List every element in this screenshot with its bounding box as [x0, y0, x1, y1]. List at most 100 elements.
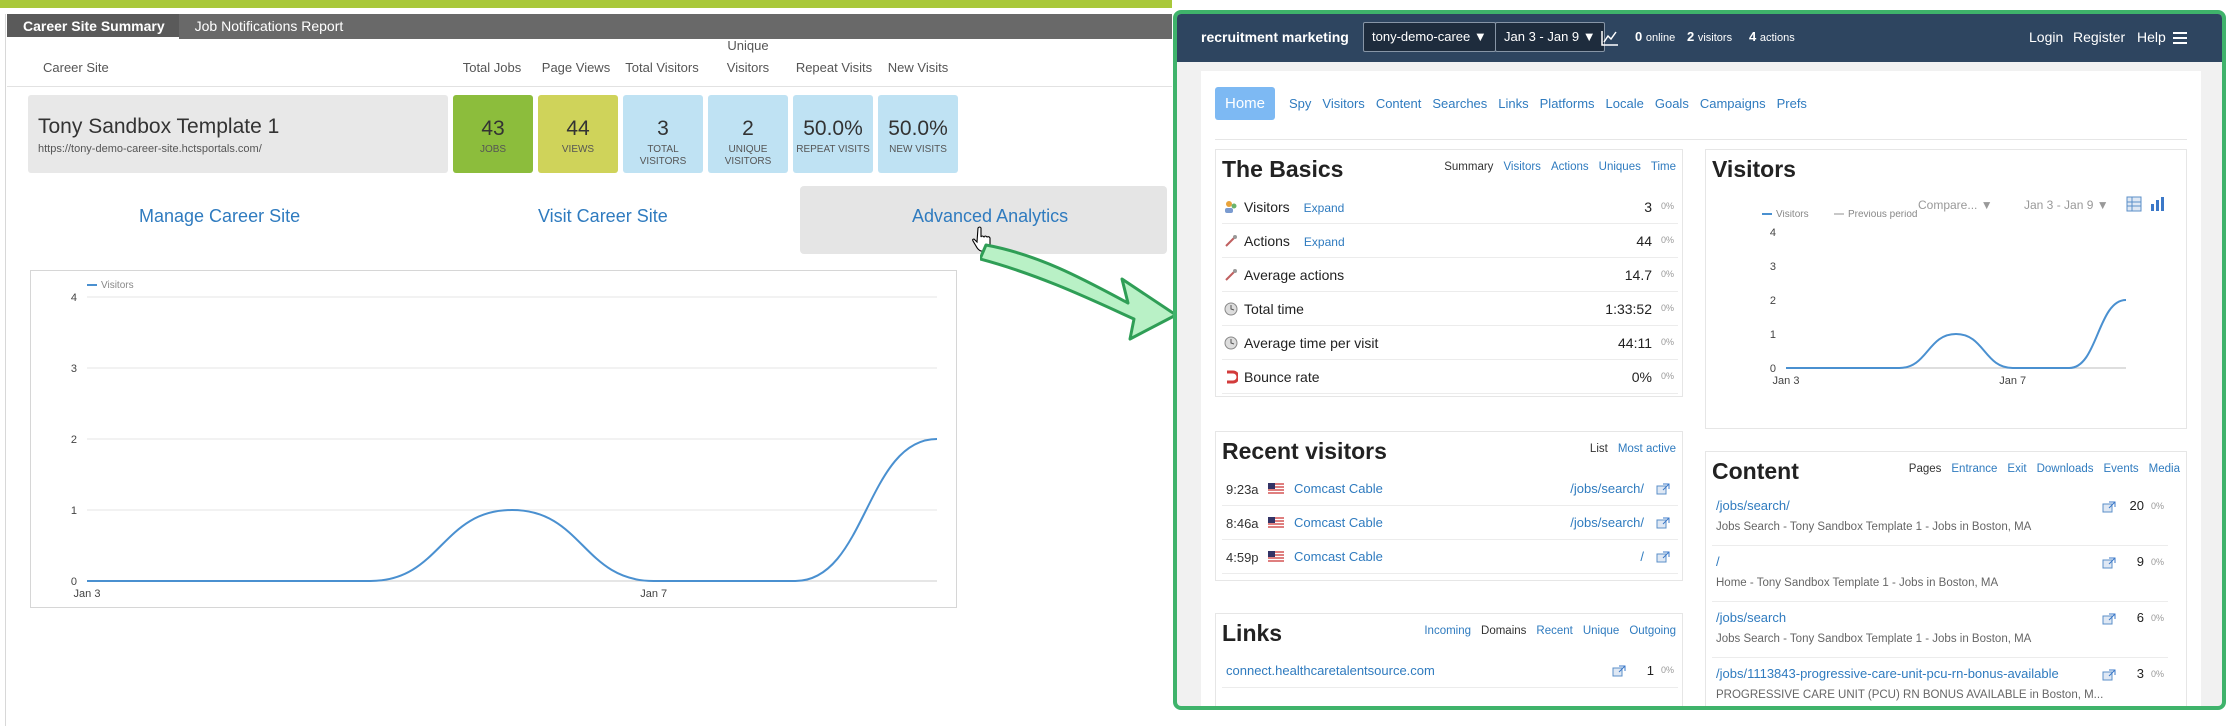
- tab-incoming[interactable]: Incoming: [1424, 625, 1471, 637]
- report-tab-bar: Career Site Summary Job Notifications Re…: [7, 14, 1172, 39]
- visitor-isp-link[interactable]: Comcast Cable: [1294, 515, 1383, 530]
- tab-actions[interactable]: Actions: [1551, 161, 1589, 173]
- help-link[interactable]: Help: [2137, 29, 2166, 45]
- tab-summary[interactable]: Summary: [1444, 161, 1493, 173]
- external-link-icon[interactable]: [1656, 483, 1670, 495]
- content-page-link[interactable]: /jobs/search: [1716, 610, 1786, 625]
- tab-most-active[interactable]: Most active: [1618, 443, 1676, 455]
- site-select[interactable]: tony-demo-caree ▼: [1363, 22, 1496, 52]
- visitors-graph-svg: 0 1 2 3 4 Jan 3 Jan 7 Visitors Previous period: [1762, 210, 2127, 387]
- content-page-title: Jobs Search - Tony Sandbox Template 1 - …: [1716, 521, 2032, 533]
- nav-campaigns[interactable]: Campaigns: [1700, 96, 1766, 111]
- nav-home[interactable]: Home: [1215, 87, 1276, 120]
- domain-count: 1: [1646, 663, 1654, 678]
- external-link-icon[interactable]: [1612, 665, 1626, 677]
- visit-career-site-link[interactable]: Visit Career Site: [538, 206, 668, 227]
- stat-label: VIEWS: [561, 144, 595, 155]
- menu-icon[interactable]: [2173, 32, 2187, 44]
- clock-icon: [1224, 336, 1238, 350]
- visit-time: 4:59p: [1226, 550, 1259, 565]
- date-range-select[interactable]: Jan 3 - Jan 9 ▼: [1495, 22, 1605, 52]
- nav-prefs[interactable]: Prefs: [1777, 96, 1807, 111]
- stat-repeat-visits: 50.0% REPEAT VISITS: [793, 95, 873, 173]
- tab-visitors[interactable]: Visitors: [1503, 161, 1541, 173]
- visitor-isp-link[interactable]: Comcast Cable: [1294, 481, 1383, 496]
- nav-goals[interactable]: Goals: [1655, 96, 1689, 111]
- nav-platforms[interactable]: Platforms: [1540, 96, 1595, 111]
- external-link-icon[interactable]: [2102, 501, 2116, 513]
- nav-searches[interactable]: Searches: [1432, 96, 1487, 111]
- manage-career-site-link[interactable]: Manage Career Site: [139, 206, 300, 227]
- domain-link[interactable]: connect.healthcaretalentsource.com: [1226, 663, 1435, 678]
- career-site-card[interactable]: Tony Sandbox Template 1 https://tony-dem…: [28, 95, 448, 173]
- tab-exit[interactable]: Exit: [2007, 463, 2026, 475]
- content-page-row[interactable]: /jobs/1113843-progressive-care-unit-pcu-…: [1712, 660, 2168, 706]
- visitor-isp-link[interactable]: Comcast Cable: [1294, 549, 1383, 564]
- tab-domains[interactable]: Domains: [1481, 625, 1526, 637]
- nav-locale[interactable]: Locale: [1606, 96, 1644, 111]
- chart-icon[interactable]: [1601, 30, 1619, 46]
- expand-actions-link[interactable]: Expand: [1304, 235, 1345, 249]
- external-link-icon[interactable]: [2102, 557, 2116, 569]
- stat-value: 43: [481, 117, 505, 140]
- nav-spy[interactable]: Spy: [1289, 96, 1311, 111]
- recent-visitors-tabs: List Most active: [1580, 443, 1676, 455]
- expand-visitors-link[interactable]: Expand: [1304, 201, 1345, 215]
- header-unique-visitors-line1: Unique: [727, 38, 769, 53]
- tab-unique[interactable]: Unique: [1583, 625, 1619, 637]
- brand-title: recruitment marketing: [1201, 29, 1349, 45]
- visitor-path-link[interactable]: /jobs/search/: [1570, 481, 1644, 496]
- tab-media[interactable]: Media: [2149, 463, 2180, 475]
- y-tick-label: 4: [1770, 227, 1776, 239]
- recent-visitor-row[interactable]: 4:59p Comcast Cable /: [1222, 540, 1678, 574]
- content-page-percent: 0%: [2150, 557, 2164, 567]
- content-page-link[interactable]: /jobs/search/: [1716, 498, 1790, 513]
- recent-visitor-row[interactable]: 8:46a Comcast Cable /jobs/search/: [1222, 506, 1678, 540]
- tab-outgoing[interactable]: Outgoing: [1629, 625, 1676, 637]
- nav-links[interactable]: Links: [1498, 96, 1528, 111]
- tab-events[interactable]: Events: [2104, 463, 2139, 475]
- us-flag-icon: [1268, 483, 1284, 494]
- content-page-percent: 0%: [2150, 501, 2164, 511]
- stat-value: 44: [566, 117, 590, 140]
- visitor-path-link[interactable]: /: [1640, 549, 1644, 564]
- tab-career-site-summary[interactable]: Career Site Summary: [7, 14, 179, 39]
- tab-list[interactable]: List: [1590, 443, 1608, 455]
- content-page-link[interactable]: /: [1716, 554, 1720, 569]
- content-page-percent: 0%: [2150, 669, 2164, 679]
- tab-pages[interactable]: Pages: [1909, 463, 1942, 475]
- basics-label: Actions Expand: [1244, 233, 1345, 249]
- external-link-icon[interactable]: [1656, 551, 1670, 563]
- stat-label: VISITORS: [639, 156, 687, 167]
- visitor-path-link[interactable]: /jobs/search/: [1570, 515, 1644, 530]
- external-link-icon[interactable]: [1656, 517, 1670, 529]
- content-page-row[interactable]: / Home - Tony Sandbox Template 1 - Jobs …: [1712, 548, 2168, 602]
- external-link-icon[interactable]: [2102, 613, 2116, 625]
- link-domain-row[interactable]: connect.healthcaretalentsource.com 1 0%: [1222, 654, 1678, 688]
- visitors-number: 2: [1687, 29, 1695, 44]
- login-link[interactable]: Login: [2029, 29, 2063, 45]
- content-page-link[interactable]: /jobs/1113843-progressive-care-unit-pcu-…: [1716, 666, 2059, 681]
- content-page-row[interactable]: /jobs/search Jobs Search - Tony Sandbox …: [1712, 604, 2168, 658]
- career-site-panel: Career Site Summary Job Notifications Re…: [0, 0, 1172, 726]
- y-tick-label: 1: [1770, 329, 1776, 341]
- visit-time: 8:46a: [1226, 516, 1259, 531]
- tab-recent[interactable]: Recent: [1536, 625, 1572, 637]
- tab-entrance[interactable]: Entrance: [1951, 463, 1997, 475]
- register-link[interactable]: Register: [2073, 29, 2125, 45]
- stat-value: 50.0%: [888, 117, 948, 140]
- content-page-title: PROGRESSIVE CARE UNIT (PCU) RN BONUS AVA…: [1716, 689, 2104, 701]
- content-page-row[interactable]: /jobs/search/ Jobs Search - Tony Sandbox…: [1712, 492, 2168, 546]
- basics-title: The Basics: [1222, 156, 1344, 182]
- external-link-icon[interactable]: [2102, 669, 2116, 681]
- tab-job-notifications-report[interactable]: Job Notifications Report: [179, 14, 358, 39]
- header-total-jobs: Total Jobs: [462, 60, 522, 75]
- tab-uniques[interactable]: Uniques: [1599, 161, 1641, 173]
- nav-visitors[interactable]: Visitors: [1322, 96, 1364, 111]
- tab-time[interactable]: Time: [1651, 161, 1676, 173]
- recent-visitor-row[interactable]: 9:23a Comcast Cable /jobs/search/: [1222, 472, 1678, 506]
- content-page-percent: 0%: [2150, 613, 2164, 623]
- legend-label: Visitors: [101, 280, 134, 291]
- nav-content[interactable]: Content: [1376, 96, 1422, 111]
- tab-downloads[interactable]: Downloads: [2037, 463, 2094, 475]
